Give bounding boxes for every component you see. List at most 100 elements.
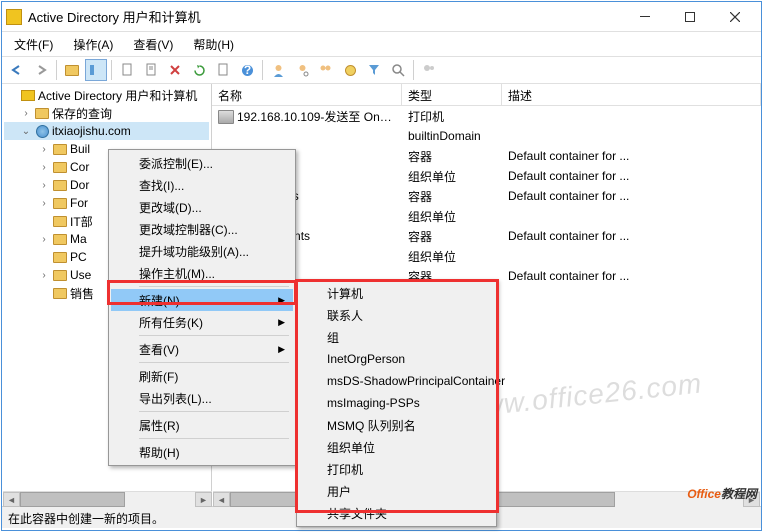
context-item-label: 查看(V) [139, 341, 179, 358]
cell-desc [502, 215, 761, 217]
properties-icon[interactable] [140, 59, 162, 81]
forward-button[interactable] [30, 59, 52, 81]
search-icon[interactable] [387, 59, 409, 81]
context-item[interactable]: 操作主机(M)... [111, 262, 293, 284]
expand-icon[interactable]: › [20, 108, 32, 119]
col-header-name[interactable]: 名称 [212, 84, 402, 105]
cell-type: 组织单位 [402, 207, 502, 226]
expand-icon[interactable]: › [38, 234, 50, 245]
tree-label: IT部 [70, 213, 93, 230]
context-item[interactable]: 计算机 [299, 282, 494, 304]
context-item[interactable]: msImaging-PSPs [299, 392, 494, 414]
maximize-button[interactable] [667, 3, 712, 31]
context-item[interactable]: 提升域功能级别(A)... [111, 240, 293, 262]
context-item[interactable]: MSMQ 队列别名 [299, 414, 494, 436]
back-button[interactable] [6, 59, 28, 81]
context-item[interactable]: msDS-ShadowPrincipalContainer [299, 370, 494, 392]
app-icon [6, 9, 22, 25]
find-user-icon[interactable] [291, 59, 313, 81]
refresh-icon[interactable] [188, 59, 210, 81]
tree-label: 保存的查询 [52, 105, 112, 122]
scroll-right-button[interactable]: ► [195, 492, 212, 507]
folder-icon [35, 108, 49, 119]
tree-saved-queries[interactable]: › 保存的查询 [4, 104, 209, 122]
context-item[interactable]: 打印机 [299, 458, 494, 480]
tree-label: Use [70, 268, 91, 282]
list-header: 名称 类型 描述 [212, 84, 761, 106]
cell-desc [502, 135, 761, 137]
scroll-right-button[interactable]: ► [743, 492, 760, 506]
help-icon[interactable]: ? [236, 59, 258, 81]
context-item-label: 查找(I)... [139, 177, 184, 194]
context-item[interactable]: 共享文件夹 [299, 502, 494, 524]
ad-icon [21, 90, 35, 101]
context-item[interactable]: 导出列表(L)... [111, 387, 293, 409]
expand-icon[interactable]: › [38, 180, 50, 191]
context-item[interactable]: 用户 [299, 480, 494, 502]
printer-icon [218, 110, 234, 124]
tree-domain[interactable]: ⌄ itxiaojishu.com [4, 122, 209, 140]
expand-icon[interactable]: › [38, 198, 50, 209]
context-item-label: 共享文件夹 [327, 505, 387, 522]
col-header-desc[interactable]: 描述 [502, 84, 761, 105]
tree-scrollbar[interactable]: ◄ ► [3, 491, 212, 508]
titlebar[interactable]: Active Directory 用户和计算机 [2, 2, 761, 32]
context-item[interactable]: 新建(N)▶ [111, 289, 293, 311]
cell-type: 组织单位 [402, 167, 502, 186]
cell-type: builtinDomain [402, 128, 502, 144]
menu-view[interactable]: 查看(V) [129, 34, 177, 55]
menubar: 文件(F) 操作(A) 查看(V) 帮助(H) [2, 32, 761, 56]
context-item[interactable]: 所有任务(K)▶ [111, 311, 293, 333]
tree-label: PC [70, 250, 87, 264]
tree-root[interactable]: Active Directory 用户和计算机 [4, 86, 209, 104]
context-menu[interactable]: 委派控制(E)... 查找(I)... 更改域(D)...更改域控制器(C)...提… [108, 149, 296, 466]
context-item-label: 组织单位 [327, 439, 375, 456]
window-title: Active Directory 用户和计算机 [28, 7, 622, 26]
expand-icon[interactable]: › [38, 162, 50, 173]
delete-icon[interactable] [164, 59, 186, 81]
context-item[interactable]: 联系人 [299, 304, 494, 326]
scroll-thumb[interactable] [20, 492, 125, 507]
expand-icon[interactable]: › [38, 144, 50, 155]
menu-action[interactable]: 操作(A) [69, 34, 117, 55]
folder-icon [53, 270, 67, 281]
context-item-label: 委派控制(E)... [139, 155, 213, 172]
cell-desc [502, 115, 761, 117]
add-user-icon[interactable] [418, 59, 440, 81]
context-item[interactable]: 委派控制(E)... [111, 152, 293, 174]
submenu-arrow-icon: ▶ [278, 317, 285, 328]
context-item-label: 操作主机(M)... [139, 265, 215, 282]
context-item[interactable]: 更改域控制器(C)... [111, 218, 293, 240]
col-header-type[interactable]: 类型 [402, 84, 502, 105]
list-row[interactable]: builtinDomain [212, 126, 761, 146]
group-icon[interactable] [315, 59, 337, 81]
folder-icon [53, 162, 67, 173]
expand-icon[interactable]: › [38, 270, 50, 281]
menu-help[interactable]: 帮助(H) [189, 34, 238, 55]
context-item[interactable]: 查找(I)... [111, 174, 293, 196]
context-item[interactable]: 组织单位 [299, 436, 494, 458]
scroll-left-button[interactable]: ◄ [213, 492, 230, 506]
filter-icon[interactable] [363, 59, 385, 81]
collapse-icon[interactable]: ⌄ [20, 126, 32, 137]
export-icon[interactable] [212, 59, 234, 81]
minimize-button[interactable] [622, 3, 667, 31]
cell-name: 192.168.10.109-发送至 One... [237, 110, 396, 124]
tree-toggle-button[interactable] [85, 59, 107, 81]
context-item[interactable]: 组 [299, 326, 494, 348]
up-button[interactable] [61, 59, 83, 81]
context-item[interactable]: 更改域(D)... [111, 196, 293, 218]
scroll-left-button[interactable]: ◄ [3, 492, 20, 507]
cut-icon[interactable] [116, 59, 138, 81]
context-item[interactable]: 刷新(F) [111, 365, 293, 387]
context-item[interactable]: 帮助(H) [111, 441, 293, 463]
user-icon[interactable] [267, 59, 289, 81]
list-row[interactable]: 192.168.10.109-发送至 One...打印机 [212, 106, 761, 126]
context-submenu-new[interactable]: 计算机联系人组InetOrgPersonmsDS-ShadowPrincipal… [296, 279, 497, 527]
context-item[interactable]: 查看(V)▶ [111, 338, 293, 360]
context-item[interactable]: InetOrgPerson [299, 348, 494, 370]
menu-file[interactable]: 文件(F) [10, 34, 57, 55]
ou-icon[interactable] [339, 59, 361, 81]
context-item[interactable]: 属性(R) [111, 414, 293, 436]
close-button[interactable] [712, 3, 757, 31]
